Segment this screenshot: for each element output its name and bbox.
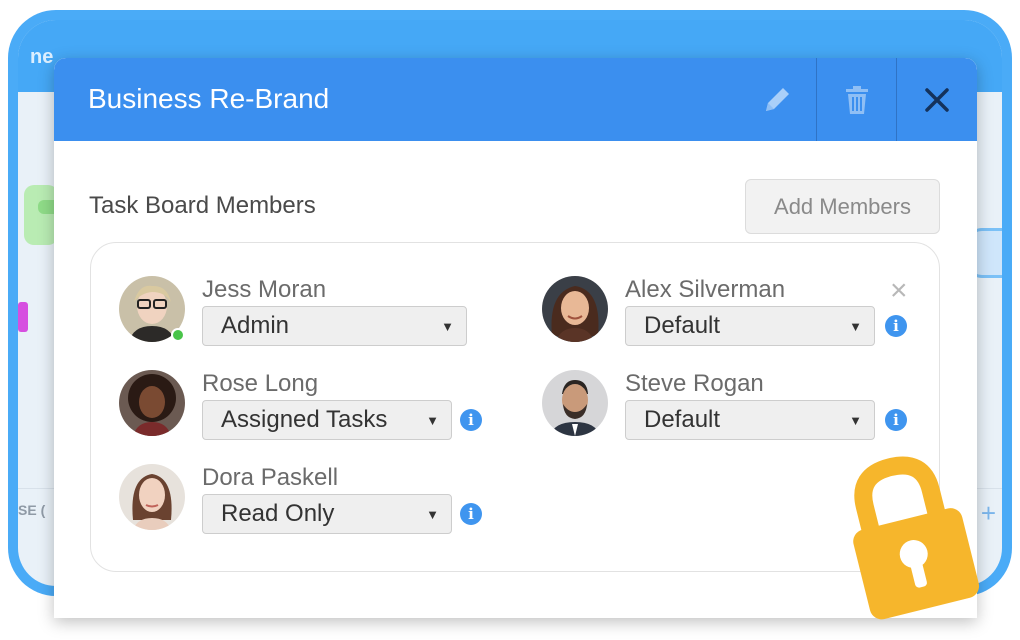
edit-button[interactable] bbox=[737, 58, 817, 141]
modal-header: Business Re-Brand bbox=[54, 58, 977, 141]
role-value: Admin bbox=[221, 312, 290, 339]
info-icon[interactable]: i bbox=[885, 315, 907, 337]
avatar bbox=[542, 370, 608, 436]
role-select[interactable]: Read Only ▼ bbox=[202, 494, 452, 534]
member-name: Dora Paskell bbox=[202, 464, 339, 491]
info-icon[interactable]: i bbox=[460, 409, 482, 431]
trash-icon bbox=[846, 85, 868, 114]
member-name: Jess Moran bbox=[202, 276, 327, 303]
background-card-green bbox=[24, 185, 58, 245]
chevron-down-icon: ▼ bbox=[849, 319, 862, 334]
member-name: Rose Long bbox=[202, 370, 319, 397]
app-topbar-text: ne bbox=[30, 46, 54, 68]
avatar bbox=[119, 464, 185, 530]
role-value: Default bbox=[644, 312, 721, 339]
add-members-button[interactable]: Add Members bbox=[745, 179, 940, 234]
role-select[interactable]: Admin ▼ bbox=[202, 306, 467, 346]
chevron-down-icon: ▼ bbox=[426, 413, 439, 428]
role-select[interactable]: Default ▼ bbox=[625, 400, 875, 440]
delete-button[interactable] bbox=[817, 58, 897, 141]
section-title: Task Board Members bbox=[89, 192, 316, 219]
background-label-purple bbox=[18, 302, 28, 332]
avatar bbox=[542, 276, 608, 342]
modal-title: Business Re-Brand bbox=[88, 83, 330, 114]
member-name: Steve Rogan bbox=[625, 370, 764, 397]
pencil-icon bbox=[766, 87, 789, 111]
chevron-down-icon: ▼ bbox=[441, 319, 454, 334]
role-value: Default bbox=[644, 406, 721, 433]
role-value: Assigned Tasks bbox=[221, 406, 388, 433]
role-select[interactable]: Assigned Tasks ▼ bbox=[202, 400, 452, 440]
member-name: Alex Silverman bbox=[625, 276, 786, 303]
close-button[interactable] bbox=[897, 58, 977, 141]
padlock-icon bbox=[853, 456, 980, 620]
chevron-down-icon: ▼ bbox=[426, 507, 439, 522]
role-value: Read Only bbox=[221, 500, 335, 527]
chevron-down-icon: ▼ bbox=[849, 413, 862, 428]
background-column-label: SE ( bbox=[18, 502, 46, 518]
online-status-indicator bbox=[171, 328, 185, 342]
close-icon bbox=[925, 87, 949, 112]
role-select[interactable]: Default ▼ bbox=[625, 306, 875, 346]
avatar bbox=[119, 370, 185, 436]
info-icon[interactable]: i bbox=[885, 409, 907, 431]
info-icon[interactable]: i bbox=[460, 503, 482, 525]
remove-member-icon[interactable]: × bbox=[890, 276, 908, 306]
